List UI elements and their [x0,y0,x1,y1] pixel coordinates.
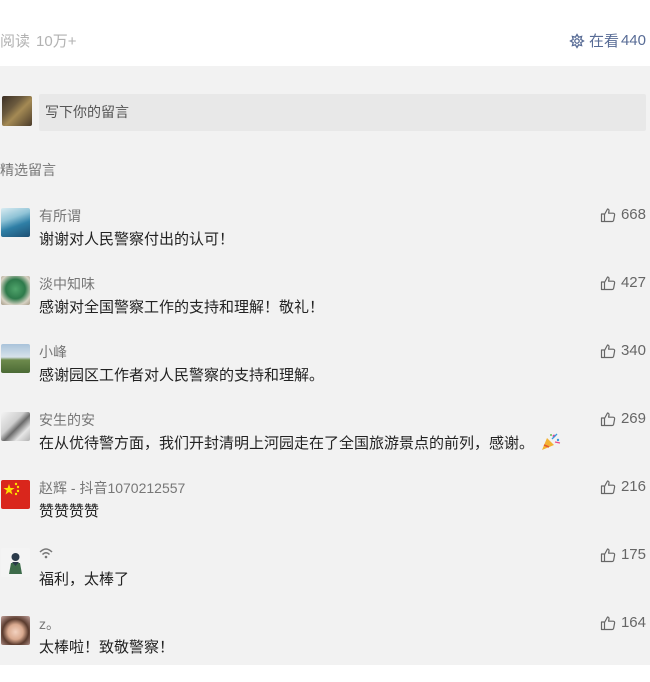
read-count: 阅读 10万+ [0,30,76,51]
thumbs-up-icon [600,411,616,426]
comment-text: 太棒啦！致敬警察！ [39,639,175,656]
like-button[interactable]: 164 [600,614,646,631]
like-count: 269 [620,410,646,427]
viewing-label: 在看 [588,33,619,50]
comment-author: 赵辉 - 抖音1070212557 [39,480,186,496]
flower-icon [569,32,585,49]
avatar[interactable] [1,480,30,509]
read-number: 10万+ [36,33,77,50]
like-button[interactable]: 269 [600,410,646,427]
like-count: 427 [620,274,646,291]
like-button[interactable]: 216 [600,478,646,495]
write-comment-row: 写下你的留言 [0,92,650,134]
like-count: 340 [620,342,646,359]
my-avatar [2,96,32,126]
thumbs-up-icon [600,343,616,358]
viewing-count: 440 [620,32,646,49]
comment-text-body: 在从优待警方面，我们开封清明上河园走在了全国旅游景点的前列，感谢。 [39,435,535,452]
comment-text: 谢谢对人民警察付出的认可！ [39,231,235,248]
thumbs-up-icon [600,275,616,290]
comment-author: z。 [39,616,60,632]
comment-author [39,546,53,562]
comment-item: 赵辉 - 抖音1070212557 赞赞赞赞 216 [0,478,650,546]
comment-text: 感谢园区工作者对人民警察的支持和理解。 [39,367,325,384]
avatar[interactable] [1,344,30,373]
like-button[interactable]: 427 [600,274,646,291]
article-stats-bar: 阅读 10万+ 在看 440 [0,0,650,66]
avatar[interactable] [1,548,30,577]
like-count: 668 [620,206,646,223]
comment-author: 淡中知味 [39,276,95,292]
avatar[interactable] [1,208,30,237]
party-popper-icon [542,433,561,450]
write-comment-input[interactable]: 写下你的留言 [39,94,646,131]
comment-item: 有所谓 谢谢对人民警察付出的认可！ 668 [0,206,650,274]
comment-item: z。 太棒啦！致敬警察！ 164 [0,614,650,682]
like-count: 164 [620,614,646,631]
featured-comments-title: 精选留言 [0,162,56,178]
comment-text: 在从优待警方面，我们开封清明上河园走在了全国旅游景点的前列，感谢。 [39,432,562,453]
like-button[interactable]: 340 [600,342,646,359]
comment-item: 淡中知味 感谢对全国警察工作的支持和理解！敬礼！ 427 [0,274,650,342]
comment-text: 赞赞赞赞 [39,503,100,520]
thumbs-up-icon [600,479,616,494]
like-button[interactable]: 668 [600,206,646,223]
thumbs-up-icon [600,615,616,630]
comment-text: 感谢对全国警察工作的支持和理解！敬礼！ [39,299,325,316]
avatar[interactable] [1,276,30,305]
wifi-icon [39,548,53,559]
like-count: 175 [620,546,646,563]
thumbs-up-icon [600,547,616,562]
person-figure-icon [9,553,22,574]
comment-text: 福利，太棒了 [39,571,130,588]
thumbs-up-icon [600,207,616,222]
comment-author: 安生的安 [39,412,95,428]
comment-author: 有所谓 [39,208,81,224]
like-count: 216 [620,478,646,495]
avatar[interactable] [1,616,30,645]
comment-item: 小峰 感谢园区工作者对人民警察的支持和理解。 340 [0,342,650,410]
read-label: 阅读 [0,33,31,50]
comment-item: 安生的安 在从优待警方面，我们开封清明上河园走在了全国旅游景点的前列，感谢。 2… [0,410,650,478]
like-button[interactable]: 175 [600,546,646,563]
flag-star-icon [3,482,20,496]
avatar[interactable] [1,412,30,441]
comment-item: 福利，太棒了 175 [0,546,650,614]
comment-author: 小峰 [39,344,67,360]
viewing-button[interactable]: 在看 440 [569,30,646,51]
